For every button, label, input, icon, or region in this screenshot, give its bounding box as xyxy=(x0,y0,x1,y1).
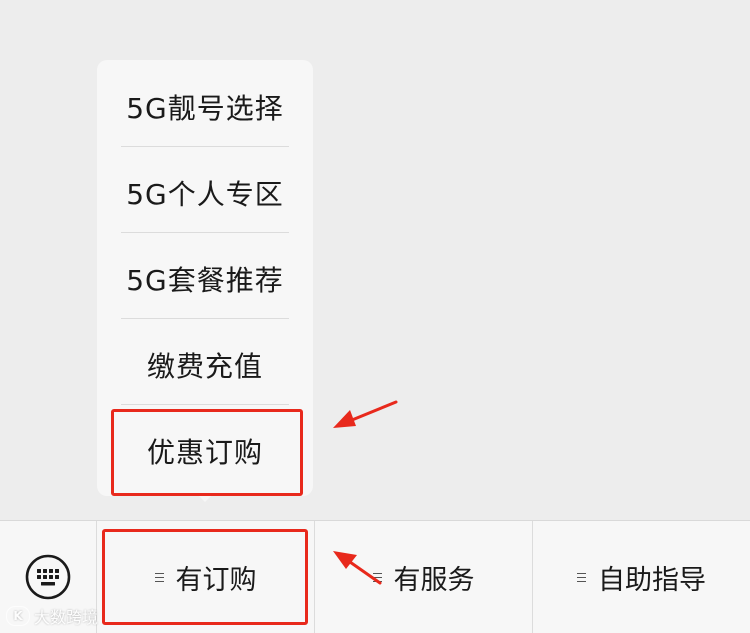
menu-divider xyxy=(121,232,289,233)
highlight-box-order-tab xyxy=(102,529,308,625)
menu-item-5g-plan-recommend[interactable]: 5G套餐推荐 xyxy=(97,236,313,322)
menu-lines-icon xyxy=(372,572,382,583)
menu-item-label: 5G个人专区 xyxy=(126,178,284,211)
menu-divider xyxy=(121,146,289,147)
highlight-box-discount-order xyxy=(111,409,303,496)
tab-self-help[interactable]: 自助指导 xyxy=(533,521,750,633)
arrow-to-discount-order xyxy=(333,400,398,428)
menu-item-label: 5G套餐推荐 xyxy=(126,264,284,297)
tab-label: 有服务 xyxy=(393,564,475,596)
menu-item-5g-number[interactable]: 5G靓号选择 xyxy=(97,64,313,150)
menu-item-recharge[interactable]: 缴费充值 xyxy=(97,322,313,408)
menu-divider xyxy=(121,318,289,319)
menu-divider xyxy=(121,404,289,405)
tab-service[interactable]: 有服务 xyxy=(315,521,532,633)
menu-item-5g-personal-zone[interactable]: 5G个人专区 xyxy=(97,150,313,236)
watermark-logo: K xyxy=(6,606,30,626)
menu-item-label: 缴费充值 xyxy=(146,350,263,383)
menu-item-label: 5G靓号选择 xyxy=(126,92,284,125)
watermark: K 大数跨境 xyxy=(6,604,98,628)
keyboard-icon xyxy=(25,554,71,600)
watermark-text: 大数跨境 xyxy=(34,608,99,627)
tab-label: 自助指导 xyxy=(598,564,706,596)
menu-lines-icon xyxy=(577,572,586,583)
